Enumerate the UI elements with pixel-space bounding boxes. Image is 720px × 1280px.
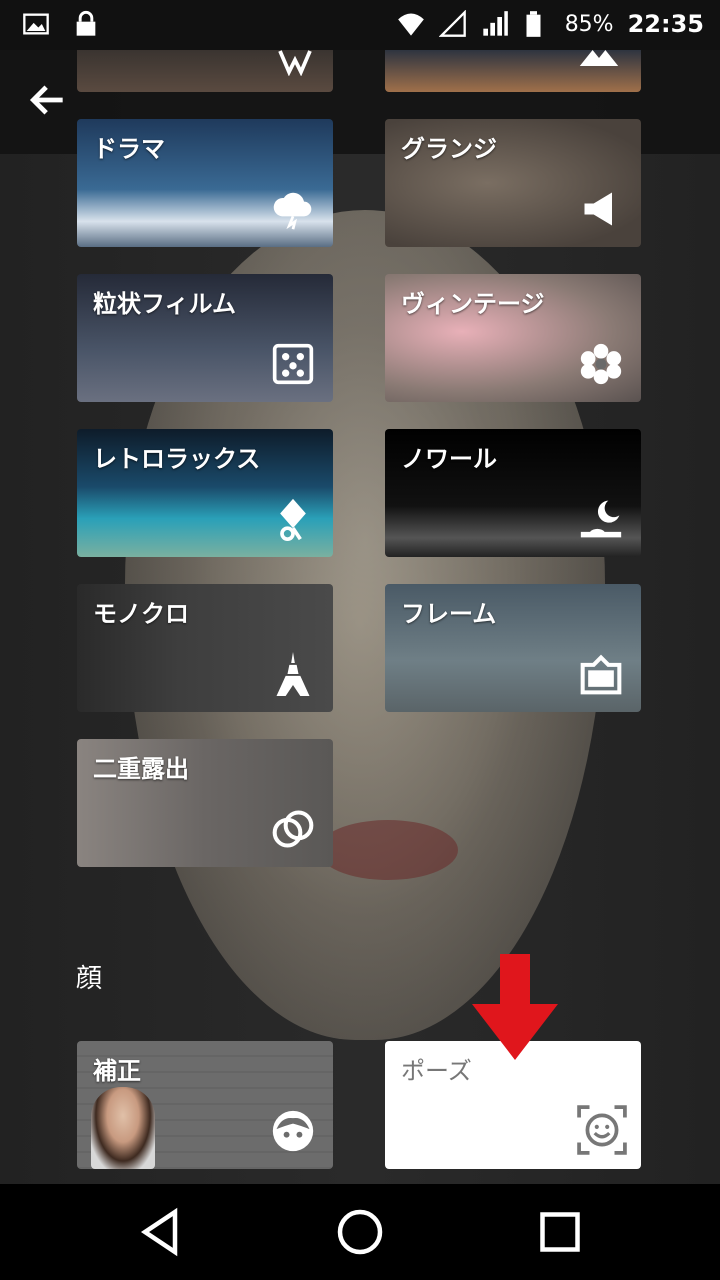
dice-icon [272,343,314,385]
tool-tile-noir[interactable]: ノワール [385,429,641,557]
signal-empty-icon [438,10,466,37]
back-arrow-icon[interactable] [26,78,70,122]
tile-partial-right[interactable] [385,50,641,92]
tool-tile-monochrome[interactable]: モノクロ [77,584,333,712]
tool-label: ドラマ [93,135,165,163]
cloud-lightning-icon [273,192,312,230]
clock: 22:35 [627,10,704,38]
nav-home-icon[interactable] [330,1202,390,1262]
system-nav-bar [0,1184,720,1280]
tool-tile-vintage[interactable]: ヴィンテージ [385,274,641,402]
tool-tile-pose[interactable]: ポーズ [385,1041,641,1169]
tool-label: 粒状フィルム [93,290,237,318]
tool-label: ポーズ [401,1057,472,1085]
tool-tile-face-enhance[interactable]: 補正 [77,1041,333,1169]
tool-label: レトロラックス [93,445,261,473]
section-title-face: 顔 [76,964,103,994]
moon-icon [580,500,622,538]
status-bar: 85% 22:35 [0,0,720,50]
noh-mask-lips [318,820,458,880]
flower-icon [580,343,622,385]
landscape-icon [278,50,312,76]
eiffel-tower-icon [276,652,310,696]
red-arrow-indicator [472,954,558,1060]
tool-label: フレーム [401,600,497,628]
double-circle-icon [272,810,314,848]
frame-icon [580,654,622,695]
tool-label: グランジ [401,135,497,163]
tool-tile-drama[interactable]: ドラマ [77,119,333,247]
megaphone-icon [584,192,612,226]
cell-signal-icon [483,11,508,36]
nav-recents-icon[interactable] [530,1202,590,1262]
portrait-photo [91,1087,155,1169]
tool-tile-frame[interactable]: フレーム [385,584,641,712]
tool-tile-retrolux[interactable]: レトロラックス [77,429,333,557]
face-icon [272,1110,314,1152]
lock-icon [76,10,96,36]
kite-icon [280,498,306,541]
nav-back-icon[interactable] [130,1202,190,1262]
battery-percentage: 85% [564,11,614,37]
face-frame-icon [577,1105,627,1155]
tool-tile-grainy-film[interactable]: 粒状フィルム [77,274,333,402]
tool-label: ノワール [401,445,497,473]
tile-partial-left[interactable] [77,50,333,92]
tool-label: ヴィンテージ [401,290,545,318]
wifi-icon [397,13,424,36]
tool-label: 二重露出 [93,755,189,783]
tool-tile-grunge[interactable]: グランジ [385,119,641,247]
tool-label: モノクロ [93,600,189,628]
battery-icon [526,11,541,37]
tool-tile-double-exposure[interactable]: 二重露出 [77,739,333,867]
mountain-icon [579,50,619,66]
tool-label: 補正 [93,1057,141,1085]
image-notification-icon [23,13,49,35]
